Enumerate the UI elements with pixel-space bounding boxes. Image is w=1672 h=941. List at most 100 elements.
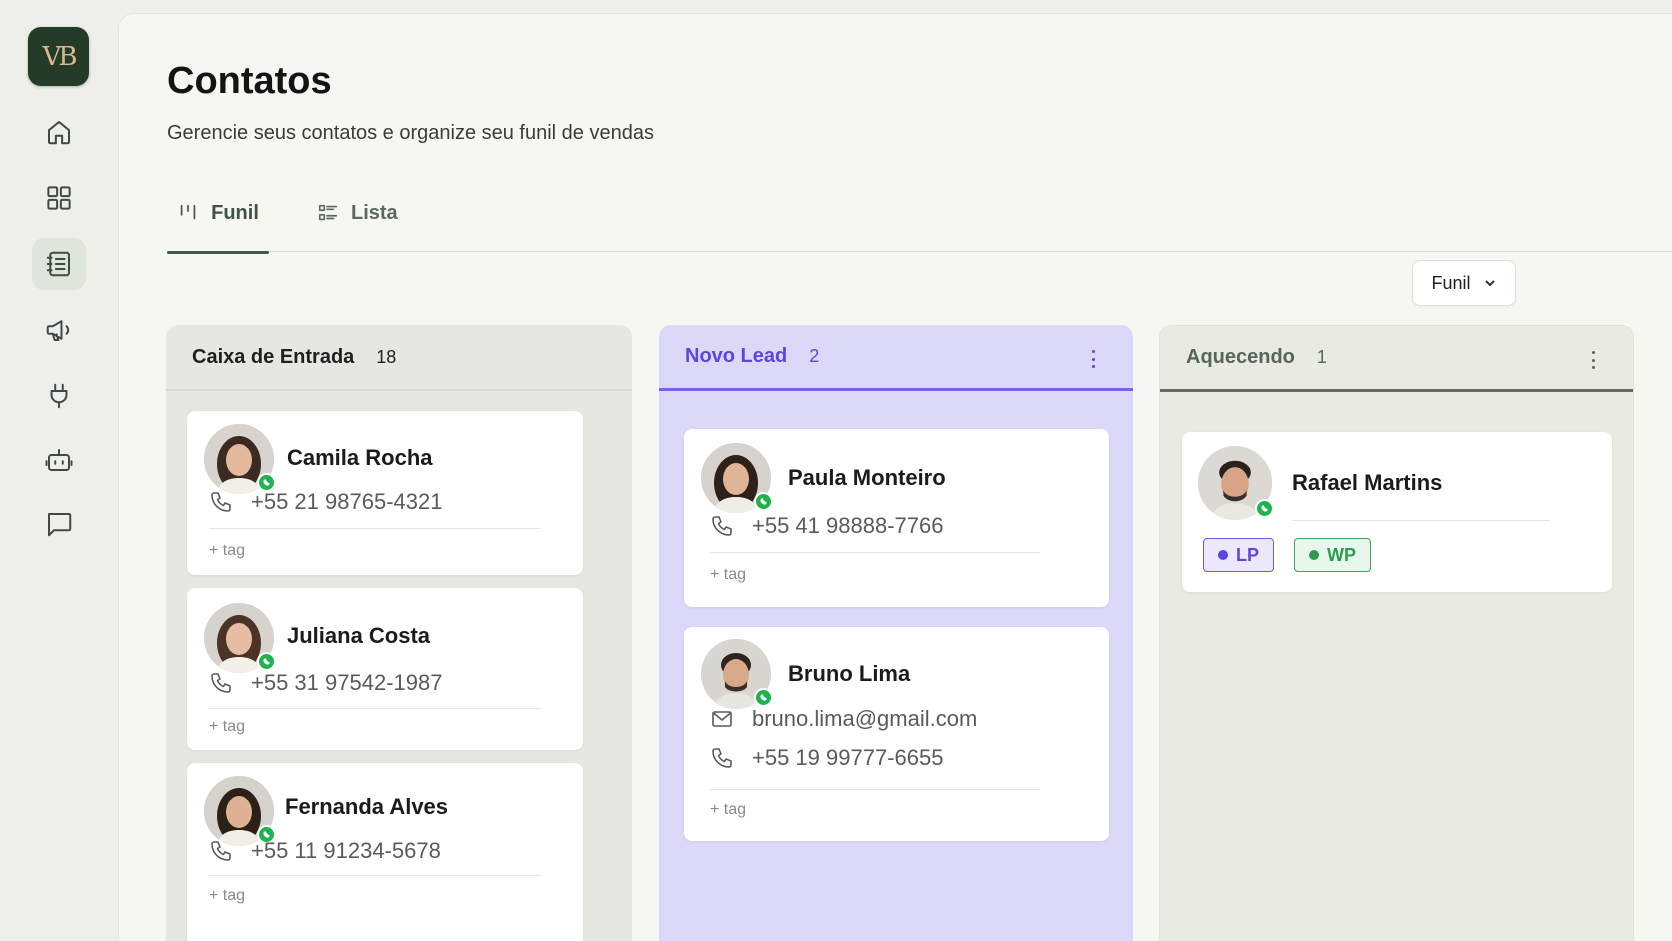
- megaphone-icon: [46, 320, 70, 341]
- contact-card[interactable]: Bruno Lima bruno.lima@gmail.com +55 19 9…: [684, 627, 1109, 841]
- phone-value: +55 31 97542-1987: [251, 670, 443, 695]
- app-logo[interactable]: VB: [28, 27, 89, 86]
- avatar: [1198, 446, 1274, 520]
- column-menu-icon[interactable]: [1083, 347, 1103, 371]
- column-header: Caixa de Entrada 18: [166, 325, 632, 391]
- column-count: 18: [376, 346, 397, 367]
- contact-card[interactable]: Juliana Costa +55 31 97542-1987 + tag: [187, 588, 583, 750]
- phone-value: +55 21 98765-4321: [251, 489, 443, 514]
- phone-icon: [211, 673, 231, 693]
- avatar: [204, 424, 276, 494]
- column-novo-lead: Novo Lead 2 Paula Monteiro +55 41 98888-…: [659, 325, 1133, 941]
- tag-lp[interactable]: LP: [1203, 538, 1275, 572]
- nav-bots[interactable]: [32, 434, 86, 486]
- card-divider: [209, 708, 541, 709]
- email-value: bruno.lima@gmail.com: [752, 706, 978, 731]
- bot-icon: [45, 449, 73, 471]
- phone-icon: [712, 748, 732, 768]
- card-divider: [1292, 520, 1550, 521]
- column-title: Novo Lead: [685, 345, 788, 367]
- add-tag-button[interactable]: + tag: [209, 718, 245, 736]
- contact-name: Rafael Martins: [1292, 470, 1443, 495]
- sidebar: VB: [0, 0, 118, 941]
- page-subtitle: Gerencie seus contatos e organize seu fu…: [167, 122, 654, 144]
- page-title: Contatos: [167, 60, 332, 102]
- phone-value: +55 19 99777-6655: [752, 745, 944, 770]
- nav-integrations[interactable]: [32, 370, 86, 422]
- home-icon: [48, 121, 70, 145]
- card-divider: [710, 552, 1040, 553]
- contacts-book-icon: [46, 251, 70, 277]
- phone-icon: [211, 492, 231, 512]
- nav-contacts[interactable]: [32, 238, 86, 290]
- contact-name: Bruno Lima: [788, 661, 911, 686]
- tag-dot: [1309, 550, 1319, 560]
- contact-card[interactable]: Rafael Martins LP WP: [1182, 432, 1612, 592]
- logo-text: VB: [42, 41, 78, 72]
- contact-phone[interactable]: +55 11 91234-5678: [209, 838, 441, 864]
- nav-home[interactable]: [32, 106, 86, 158]
- contact-name: Fernanda Alves: [285, 794, 449, 819]
- tab-funil[interactable]: Funil: [167, 174, 269, 254]
- add-tag-button[interactable]: + tag: [209, 887, 245, 905]
- chat-bubble-icon: [48, 513, 72, 537]
- plug-icon: [50, 383, 68, 409]
- add-tag-button[interactable]: + tag: [710, 801, 746, 819]
- column-menu-icon[interactable]: [1583, 348, 1603, 372]
- tab-funil-label: Funil: [211, 201, 259, 224]
- card-divider: [209, 875, 541, 876]
- contact-card[interactable]: Paula Monteiro +55 41 98888-7766 + tag: [684, 429, 1109, 607]
- avatar: [204, 603, 276, 673]
- chevron-down-icon: [1484, 280, 1495, 287]
- column-count: 1: [1316, 347, 1327, 367]
- contact-phone[interactable]: +55 19 99777-6655: [710, 745, 943, 771]
- kanban-icon: [180, 204, 196, 220]
- nav-campaigns[interactable]: [32, 304, 86, 356]
- phone-icon: [211, 841, 231, 861]
- tab-lista-label: Lista: [351, 201, 398, 224]
- tab-lista[interactable]: Lista: [307, 174, 408, 252]
- phone-icon: [712, 516, 732, 536]
- contact-phone[interactable]: +55 41 98888-7766: [710, 513, 943, 539]
- column-aquecendo: Aquecendo 1 Rafael Martins LP WP: [1159, 325, 1634, 941]
- column-header: Aquecendo 1: [1160, 326, 1633, 392]
- phone-value: +55 41 98888-7766: [752, 513, 944, 538]
- column-title: Caixa de Entrada: [192, 345, 355, 368]
- card-divider: [209, 528, 541, 529]
- active-tab-indicator: [167, 251, 269, 254]
- contact-phone[interactable]: +55 21 98765-4321: [209, 489, 442, 515]
- contact-name: Juliana Costa: [287, 623, 431, 648]
- contact-phone[interactable]: +55 31 97542-1987: [209, 670, 442, 696]
- contact-card[interactable]: Fernanda Alves +55 11 91234-5678 + tag: [187, 763, 583, 941]
- tag-wp[interactable]: WP: [1294, 538, 1371, 572]
- column-caixa-de-entrada: Caixa de Entrada 18 Camila Rocha +55 21 …: [166, 325, 632, 941]
- contact-name: Camila Rocha: [287, 445, 433, 470]
- nav-chat[interactable]: [32, 498, 86, 550]
- mail-icon: [712, 711, 732, 727]
- whatsapp-icon: [1255, 499, 1274, 518]
- view-select-dropdown[interactable]: Funil: [1412, 260, 1516, 306]
- contact-card[interactable]: Camila Rocha +55 21 98765-4321 + tag: [187, 411, 583, 575]
- whatsapp-icon: [754, 492, 773, 511]
- phone-value: +55 11 91234-5678: [251, 838, 441, 863]
- tag-dot: [1218, 550, 1228, 560]
- column-title: Aquecendo: [1186, 346, 1295, 368]
- dashboard-grid-icon: [47, 186, 71, 210]
- add-tag-button[interactable]: + tag: [209, 542, 245, 560]
- column-header: Novo Lead 2: [659, 325, 1133, 391]
- avatar: [204, 776, 276, 846]
- view-tabs: Funil Lista: [167, 174, 1672, 254]
- nav-dashboard[interactable]: [32, 172, 86, 224]
- whatsapp-icon: [754, 688, 773, 707]
- add-tag-button[interactable]: + tag: [710, 566, 746, 584]
- contact-name: Paula Monteiro: [788, 465, 946, 490]
- avatar: [701, 639, 773, 709]
- contact-email[interactable]: bruno.lima@gmail.com: [710, 706, 977, 732]
- tag-label: LP: [1236, 544, 1260, 565]
- list-icon: [318, 204, 338, 221]
- avatar: [701, 443, 773, 513]
- column-count: 2: [809, 346, 820, 366]
- tag-label: WP: [1327, 544, 1356, 565]
- whatsapp-icon: [257, 652, 276, 671]
- card-divider: [710, 789, 1040, 790]
